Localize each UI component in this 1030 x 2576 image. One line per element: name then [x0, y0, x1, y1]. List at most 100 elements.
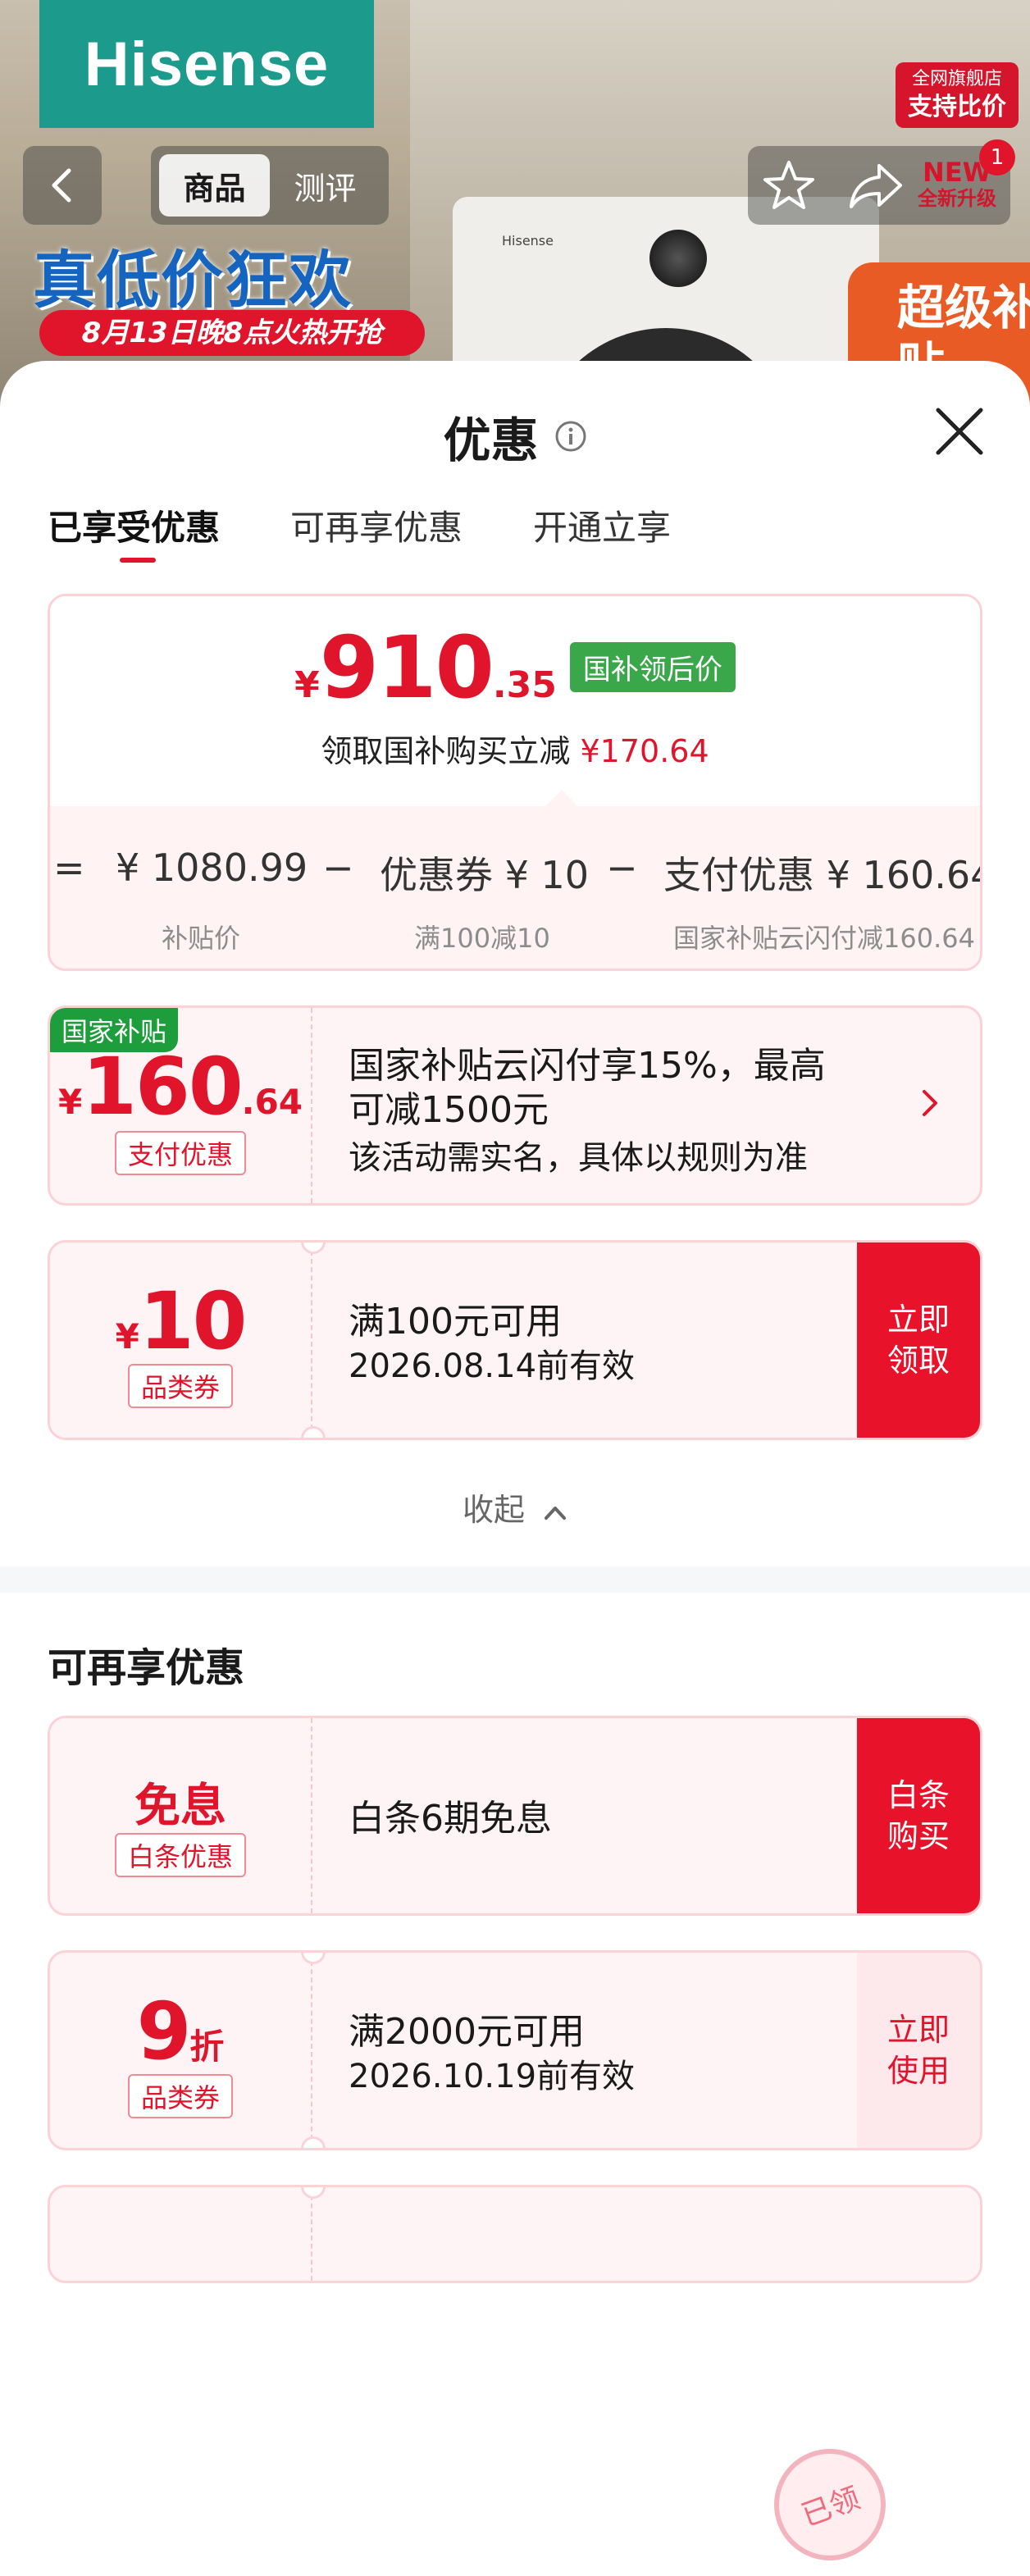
chevron-right-icon[interactable]	[918, 1087, 942, 1119]
washer-logo: Hisense	[502, 233, 554, 248]
discount-value: 9	[136, 1986, 192, 2077]
coupon-card-category-discount: 9折 品类券 满2000元可用 2026.10.19前有效 立即使用	[48, 1950, 982, 2150]
coupon-value-area: 9折 品类券	[50, 1953, 311, 2148]
coupon-amount-integer: 160	[82, 1041, 243, 1133]
subsidy-note-prefix: 领取国补购买立减	[321, 733, 571, 769]
coupon-condition: 满2000元可用	[349, 2011, 585, 2053]
coupon-currency: ¥	[115, 1316, 139, 1356]
coupon-divider	[311, 1718, 312, 1913]
baitiao-buy-button[interactable]: 白条购买	[857, 1718, 980, 1913]
coupon-card-baitiao: 免息 白条优惠 白条6期免息 白条购买	[48, 1716, 982, 1916]
chevron-left-icon	[52, 168, 71, 203]
washer-dial	[649, 230, 707, 287]
pay-discount-value: 支付优惠 ¥ 160.64	[663, 853, 982, 897]
product-view-switch: 商品 测评	[151, 146, 389, 225]
coupon-value-area: 免息 白条优惠	[50, 1718, 311, 1913]
coupon-card-partial	[48, 2185, 982, 2283]
notification-count-badge: 1	[979, 139, 1015, 176]
coupon-cut-top	[301, 2187, 326, 2199]
tab-more-available[interactable]: 可再享优惠	[290, 500, 463, 574]
coupon-amount-integer: 10	[139, 1275, 248, 1367]
segment-review[interactable]: 测评	[270, 154, 381, 217]
coupon-description-line2: 该活动需实名，具体以规则为准	[349, 1139, 808, 1177]
promo-date: 8月13日晚8点火热开抢	[39, 310, 425, 356]
price-tag: 国补领后价	[569, 642, 736, 692]
equals-sign: =	[53, 846, 85, 890]
base-price-value: ¥ 1080.99	[116, 846, 308, 890]
coupon-divider	[311, 1008, 312, 1203]
summary-top: ¥910.35 国补领后价 领取国补购买立减 ¥170.64	[50, 596, 980, 806]
coupon-type: 品类券	[50, 2074, 311, 2118]
new-tag-line2: 全新升级	[918, 187, 996, 210]
coupon-amount: 免息	[134, 1780, 226, 1833]
coupon-value-area: ¥10 品类券	[50, 1242, 311, 1438]
chevron-up-icon	[545, 1506, 567, 1520]
tab-underline	[120, 558, 156, 563]
subsidy-note-amount: ¥170.64	[580, 733, 709, 769]
flagship-badge: 全网旗舰店 支持比价	[896, 62, 1019, 128]
brand-name: Hisense	[84, 29, 330, 99]
use-now-button[interactable]: 立即使用	[857, 1953, 980, 2148]
share-icon[interactable]	[846, 157, 905, 213]
base-price-label: 补贴价	[162, 923, 241, 954]
coupon-expiry: 2026.10.19前有效	[349, 2058, 636, 2095]
coupon-card-category-10: ¥10 品类券 满100元可用 2026.08.14前有效 立即领取	[48, 1240, 982, 1440]
coupon-amount: ¥10	[50, 1275, 311, 1367]
price-breakdown: = ¥ 1080.99 − 优惠券 ¥ 10 − 支付优惠 ¥ 160.64 补…	[50, 806, 982, 969]
discount-sheet: 优惠 已享受优惠 可再享优惠 开通立享 ¥910.35 国补领后价 领取国补购买立…	[0, 361, 1030, 2576]
brand-logo: Hisense	[39, 0, 374, 128]
tab-enjoyed-label: 已享受优惠	[48, 508, 221, 548]
price-summary-card: ¥910.35 国补领后价 领取国补购买立减 ¥170.64 = ¥ 1080.9…	[48, 594, 982, 971]
collapse-toggle[interactable]: 收起	[0, 1484, 1030, 1530]
coupon-divider	[311, 1242, 312, 1438]
segment-product[interactable]: 商品	[159, 154, 270, 217]
coupon-value-area: 国家补贴 ¥160.64 支付优惠	[50, 1008, 311, 1203]
tab-more-label: 可再享优惠	[290, 508, 463, 548]
coupon-details: 国家补贴云闪付享15%，最高 可减1500元 该活动需实名，具体以规则为准	[349, 1008, 890, 1203]
coupon-details: 白条6期免息	[349, 1718, 890, 1913]
coupon-currency: ¥	[57, 1082, 83, 1122]
promo-title: 真低价狂欢	[33, 244, 353, 317]
sheet-header: 优惠	[0, 402, 1030, 471]
tab-activate-label: 开通立享	[533, 508, 672, 548]
final-price: ¥910.35 国补领后价	[50, 618, 980, 718]
minus-sign-2: −	[606, 846, 638, 890]
header-tools: NEW 全新升级 1	[748, 139, 1015, 225]
coupon-amount: ¥160.64	[50, 1041, 311, 1133]
price-currency: ¥	[294, 664, 320, 706]
coupon-details: 满2000元可用 2026.10.19前有效	[349, 1953, 890, 2148]
coupon-divider	[311, 1953, 312, 2148]
back-button[interactable]	[23, 146, 102, 225]
coupon-type: 品类券	[50, 1364, 311, 1408]
coupon-discount-value: 优惠券 ¥ 10	[380, 853, 590, 897]
subsidy-note: 领取国补购买立减 ¥170.64	[50, 726, 980, 771]
baitiao-buy-label: 白条购买	[886, 1777, 950, 1854]
more-discounts-title: 可再享优惠	[48, 1645, 245, 1691]
coupon-expiry: 2026.08.14前有效	[349, 1347, 636, 1385]
discount-unit: 折	[189, 2027, 225, 2067]
coupon-type-label: 白条优惠	[114, 1833, 246, 1877]
info-icon[interactable]	[554, 420, 587, 453]
coupon-description-line1b: 可减1500元	[349, 1089, 549, 1131]
claim-now-button[interactable]: 立即领取	[857, 1242, 980, 1438]
coupon-card-national-subsidy[interactable]: 国家补贴 ¥160.64 支付优惠 国家补贴云闪付享15%，最高 可减1500元…	[48, 1005, 982, 1206]
section-separator	[0, 1566, 1030, 1593]
summary-notch	[545, 790, 578, 806]
coupon-description: 白条6期免息	[349, 1798, 552, 1840]
price-decimal: .35	[492, 664, 557, 706]
discount-tabs: 已享受优惠 可再享优惠 开通立享	[48, 500, 741, 574]
coupon-type-label: 品类券	[127, 2074, 233, 2118]
claim-now-label: 立即领取	[886, 1302, 950, 1379]
sheet-title: 优惠	[443, 413, 539, 468]
breakdown-row: = ¥ 1080.99 − 优惠券 ¥ 10 − 支付优惠 ¥ 160.64	[50, 846, 982, 903]
price-integer: 910	[319, 618, 494, 718]
coupon-details: 满100元可用 2026.08.14前有效	[349, 1242, 890, 1438]
close-icon[interactable]	[930, 402, 989, 461]
tab-activate[interactable]: 开通立享	[533, 500, 671, 574]
claimed-stamp: 已领	[758, 2432, 902, 2576]
tab-enjoyed[interactable]: 已享受优惠	[48, 500, 220, 574]
coupon-type-label: 支付优惠	[114, 1131, 246, 1175]
minus-sign-1: −	[322, 846, 354, 890]
star-icon[interactable]	[761, 157, 817, 213]
coupon-amount: 9折	[50, 1986, 311, 2077]
